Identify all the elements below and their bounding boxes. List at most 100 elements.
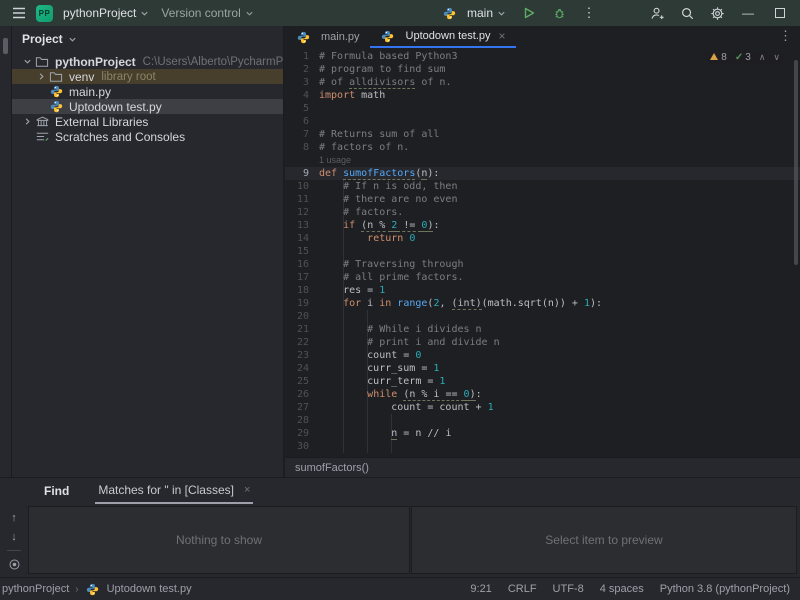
- code-editor[interactable]: 1# Formula based Python32# program to fi…: [285, 48, 800, 457]
- inspections-widget[interactable]: 8 ✓3 ∧ ∨: [706, 51, 784, 64]
- close-icon[interactable]: ×: [499, 30, 506, 42]
- code-line-28[interactable]: 28: [285, 414, 800, 427]
- code-line-12[interactable]: 12 # factors.: [285, 206, 800, 219]
- chevron-down-icon[interactable]: [68, 35, 77, 44]
- previous-problem-icon[interactable]: ∧: [759, 52, 766, 63]
- close-icon[interactable]: ×: [244, 485, 250, 496]
- tab-options-icon[interactable]: ⋮: [779, 28, 792, 44]
- code-line-18[interactable]: 18 res = 1: [285, 284, 800, 297]
- code-line-29[interactable]: 29 n = n // i: [285, 427, 800, 440]
- status-4-spaces[interactable]: 4 spaces: [600, 583, 644, 595]
- breadcrumb-item[interactable]: sumofFactors(): [295, 462, 369, 474]
- line-number: 20: [285, 310, 319, 323]
- code-line-10[interactable]: 10 # If n is odd, then: [285, 180, 800, 193]
- code-line-22[interactable]: 22 # print i and divide n: [285, 336, 800, 349]
- add-user-icon[interactable]: [648, 4, 666, 22]
- find-results-list[interactable]: Nothing to show: [28, 506, 410, 574]
- status-9-21[interactable]: 9:21: [470, 583, 491, 595]
- status-breadcrumb-pythonproject[interactable]: pythonProject: [2, 583, 69, 595]
- settings-gear-icon[interactable]: [708, 4, 726, 22]
- run-icon[interactable]: [520, 4, 538, 22]
- chevron-right-icon[interactable]: [20, 117, 34, 126]
- tree-item-label: pythonProject: [55, 55, 136, 69]
- project-badge: PP: [36, 5, 53, 22]
- code-line-27[interactable]: 27 count = count + 1: [285, 401, 800, 414]
- chevron-down-icon: [497, 9, 506, 18]
- main-menu-icon[interactable]: [10, 4, 28, 22]
- chevron-down-icon: [140, 9, 149, 18]
- line-number: 13: [285, 219, 319, 232]
- find-preview-pane[interactable]: Select item to preview: [411, 506, 797, 574]
- previous-occurrence-icon[interactable]: ↑: [5, 512, 23, 524]
- chevron-right-icon[interactable]: [34, 72, 48, 81]
- project-stripe-indicator[interactable]: [3, 38, 8, 54]
- code-line-26[interactable]: 26 while (n % i == 0):: [285, 388, 800, 401]
- code-line-17[interactable]: 17 # all prime factors.: [285, 271, 800, 284]
- python-icon: [85, 582, 101, 596]
- minimize-icon[interactable]: —: [738, 4, 758, 22]
- line-number: 7: [285, 128, 319, 141]
- code-line-6[interactable]: 6: [285, 115, 800, 128]
- code-line-24[interactable]: 24 curr_sum = 1: [285, 362, 800, 375]
- tree-item-uptodown-test-py[interactable]: Uptodown test.py: [12, 99, 283, 114]
- tool-window-stripe[interactable]: [0, 26, 12, 477]
- line-number: 2: [285, 63, 319, 76]
- tree-item-pythonproject[interactable]: pythonProject C:\Users\Alberto\PycharmPr…: [12, 54, 283, 69]
- line-number: 5: [285, 102, 319, 115]
- editor-tab-uptodown-test-py[interactable]: Uptodown test.py ×: [370, 26, 516, 48]
- maximize-icon[interactable]: [770, 4, 790, 22]
- code-line-3[interactable]: 3# of alldivisors of n.: [285, 76, 800, 89]
- more-actions-icon[interactable]: ⋮: [580, 4, 598, 22]
- code-line-7[interactable]: 7# Returns sum of all: [285, 128, 800, 141]
- passed-count: 3: [745, 52, 751, 63]
- code-line-2[interactable]: 2# program to find sum: [285, 63, 800, 76]
- tree-item-main-py[interactable]: main.py: [12, 84, 283, 99]
- tree-item-label: venv: [69, 70, 94, 84]
- debug-icon[interactable]: [550, 4, 568, 22]
- inlay-usage-hint[interactable]: 1 usage: [285, 154, 800, 167]
- code-line-9[interactable]: 9def sumofFactors(n):: [285, 167, 800, 180]
- line-number: 1: [285, 50, 319, 63]
- status-utf-8[interactable]: UTF-8: [553, 583, 584, 595]
- code-line-23[interactable]: 23 count = 0: [285, 349, 800, 362]
- find-tool-window: Find Matches for " in [Classes] × ↑ ↓ › …: [0, 477, 800, 577]
- preview-icon[interactable]: [5, 558, 23, 571]
- find-results-tab[interactable]: Matches for " in [Classes] ×: [95, 478, 253, 504]
- code-line-20[interactable]: 20: [285, 310, 800, 323]
- status-crlf[interactable]: CRLF: [508, 583, 537, 595]
- status-python-3-8-pythonproject[interactable]: Python 3.8 (pythonProject): [660, 583, 790, 595]
- code-line-13[interactable]: 13 if (n % 2 != 0):: [285, 219, 800, 232]
- line-number: 3: [285, 76, 319, 89]
- tree-item-label: Scratches and Consoles: [55, 130, 185, 144]
- code-line-5[interactable]: 5: [285, 102, 800, 115]
- editor-scrollbar[interactable]: [794, 60, 798, 265]
- project-selector[interactable]: pythonProject: [61, 6, 151, 20]
- run-configuration-selector[interactable]: main: [440, 6, 508, 20]
- vcs-widget[interactable]: Version control: [159, 6, 255, 20]
- line-number: 17: [285, 271, 319, 284]
- code-line-19[interactable]: 19 for i in range(2, (int)(math.sqrt(n))…: [285, 297, 800, 310]
- code-line-30[interactable]: 30: [285, 440, 800, 453]
- next-occurrence-icon[interactable]: ↓: [5, 531, 23, 543]
- code-line-4[interactable]: 4import math: [285, 89, 800, 102]
- check-icon: ✓: [735, 52, 743, 63]
- code-line-14[interactable]: 14 return 0: [285, 232, 800, 245]
- next-problem-icon[interactable]: ∨: [773, 52, 780, 63]
- chevron-down-icon[interactable]: [20, 57, 34, 66]
- tree-item-external-libraries[interactable]: External Libraries: [12, 114, 283, 129]
- code-line-11[interactable]: 11 # there are no even: [285, 193, 800, 206]
- project-tool-window: Project pythonProject C:\Users\Alberto\P…: [12, 26, 284, 477]
- tree-item-scratches-and-consoles[interactable]: Scratches and Consoles: [12, 129, 283, 144]
- search-icon[interactable]: [678, 4, 696, 22]
- line-number: 14: [285, 232, 319, 245]
- code-line-16[interactable]: 16 # Traversing through: [285, 258, 800, 271]
- code-line-8[interactable]: 8# factors of n.: [285, 141, 800, 154]
- tree-item-venv[interactable]: venv library root: [12, 69, 283, 84]
- code-line-15[interactable]: 15: [285, 245, 800, 258]
- status-breadcrumb-uptodown-test-py[interactable]: Uptodown test.py: [107, 583, 192, 595]
- code-line-21[interactable]: 21 # While i divides n: [285, 323, 800, 336]
- code-line-25[interactable]: 25 curr_term = 1: [285, 375, 800, 388]
- editor-tab-main-py[interactable]: main.py: [285, 26, 370, 48]
- line-number: 16: [285, 258, 319, 271]
- folder-icon: [48, 70, 64, 84]
